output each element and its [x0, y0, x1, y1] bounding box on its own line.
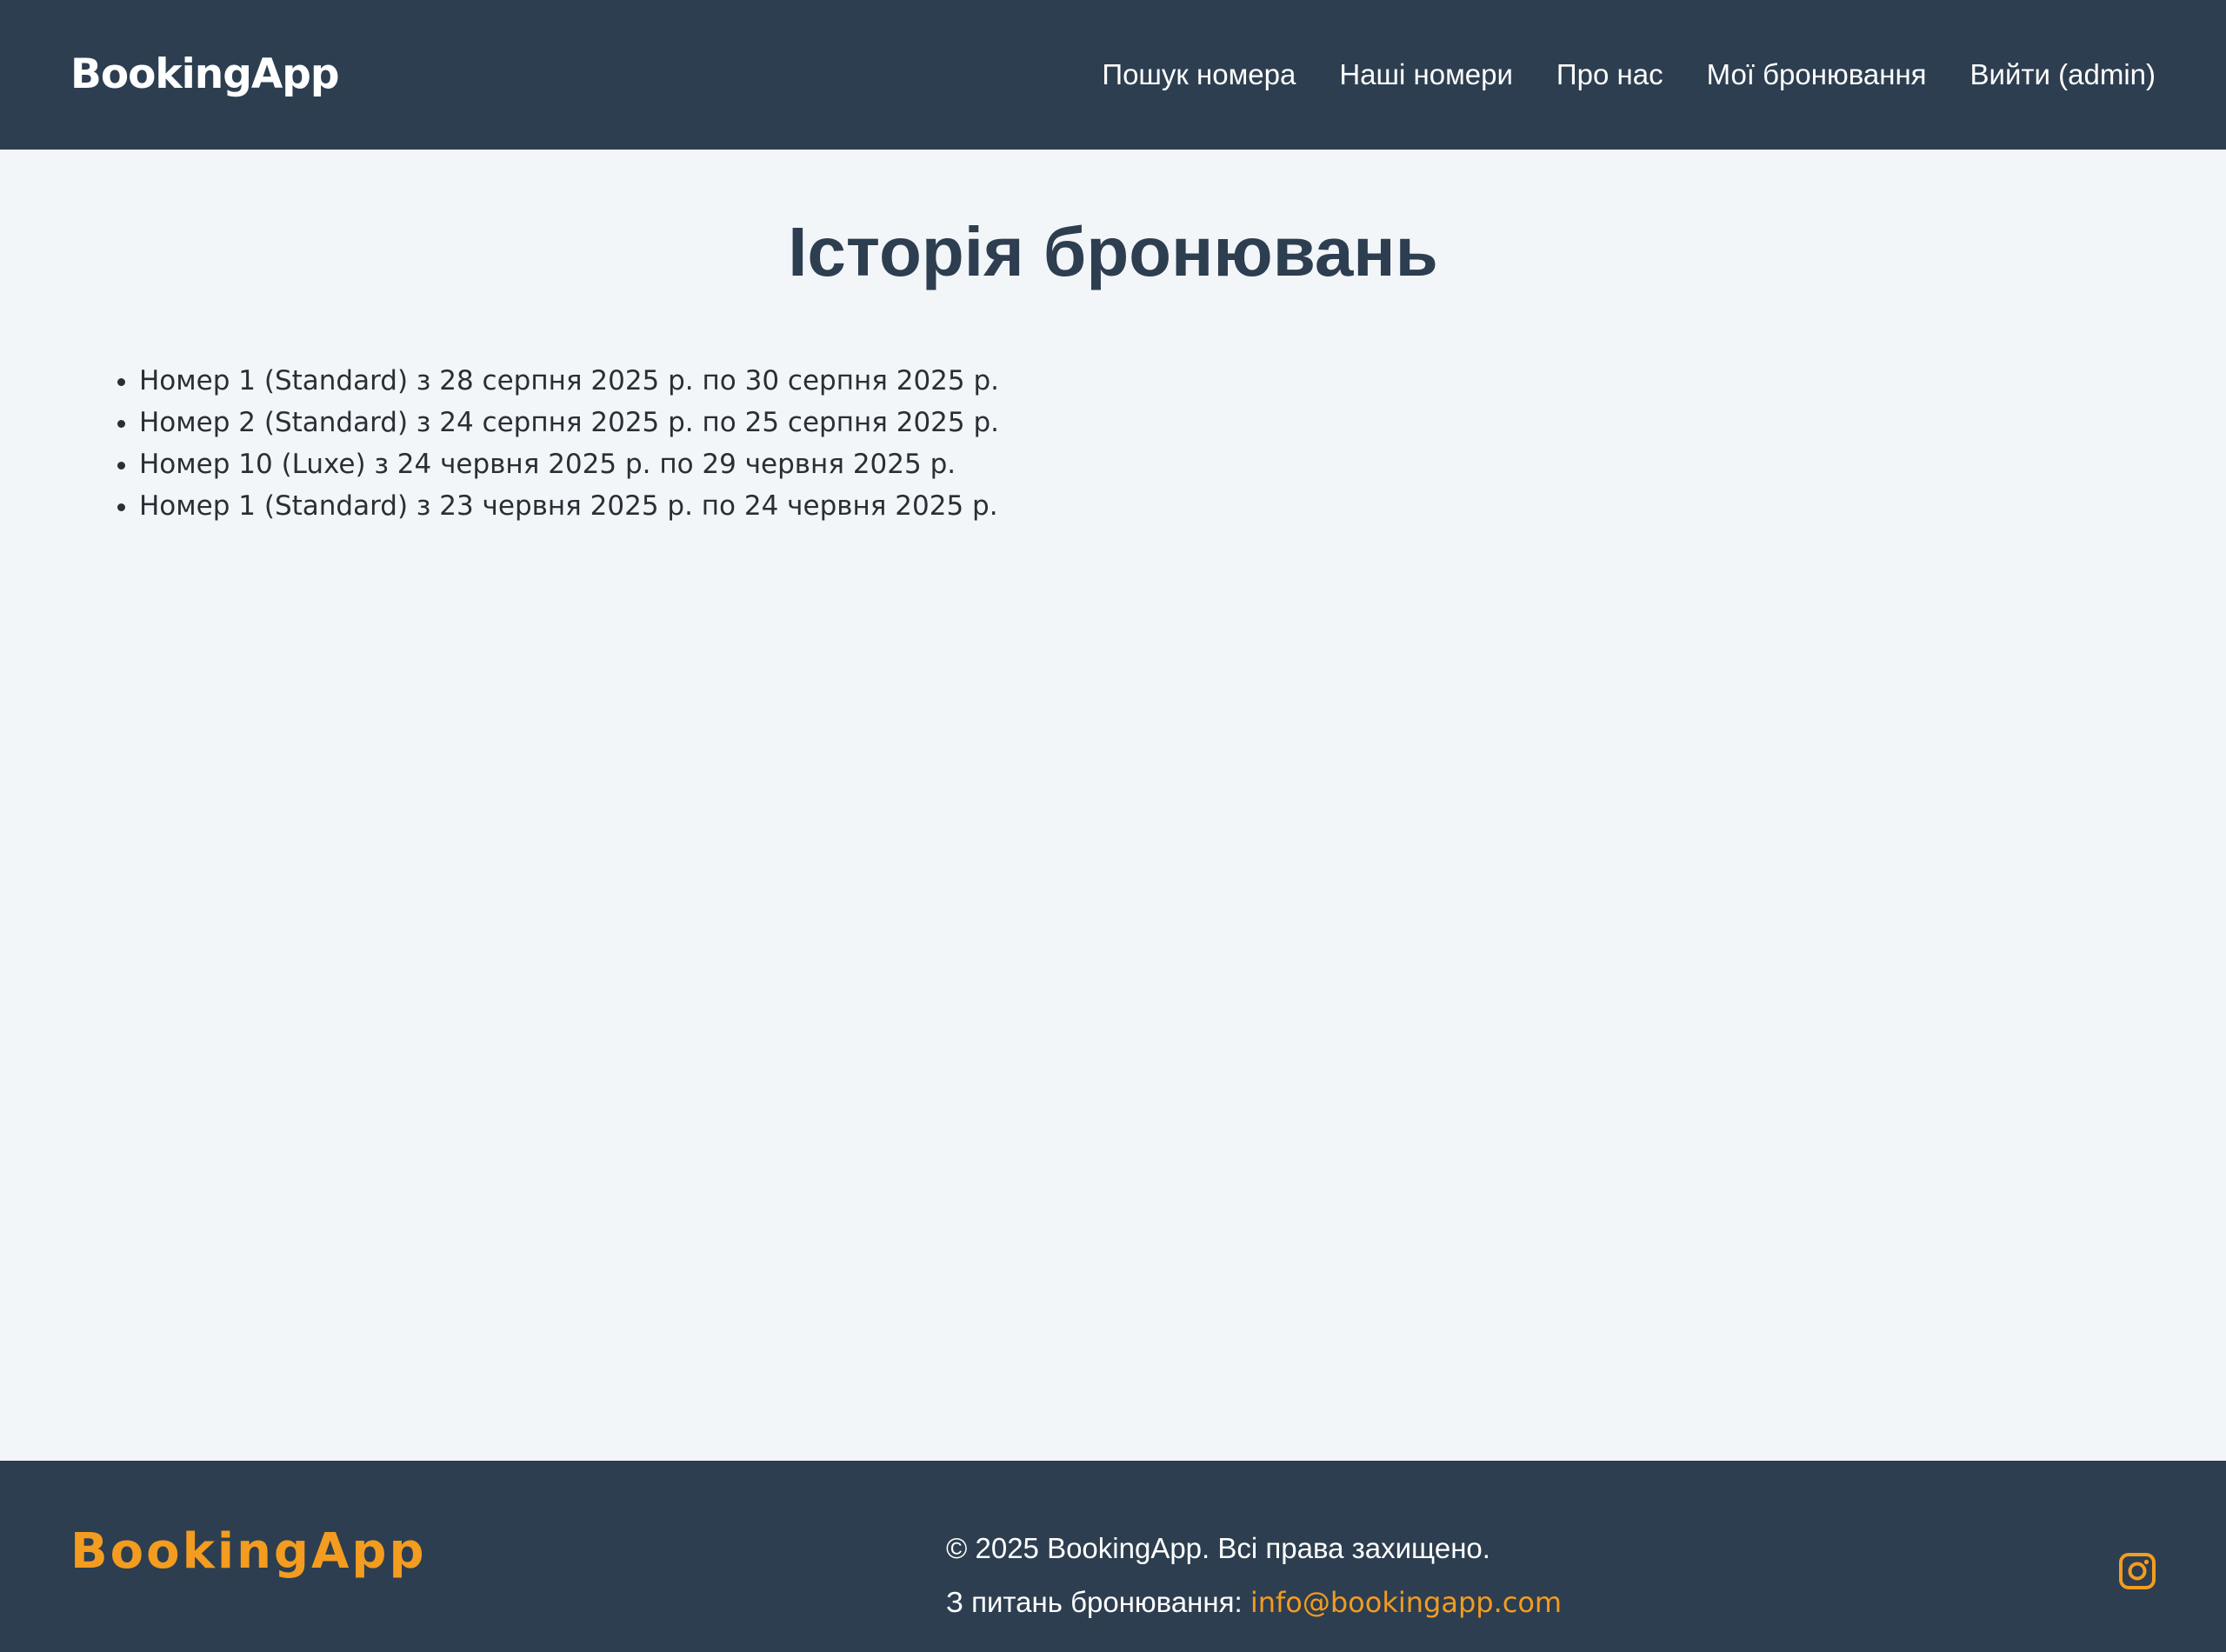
- main-content: Історія бронювань Номер 1 (Standard) з 2…: [0, 150, 2226, 1461]
- footer-info: © 2025 BookingApp. Всі права захищено. З…: [946, 1522, 1562, 1629]
- site-header: BookingApp Пошук номера Наші номери Про …: [0, 0, 2226, 150]
- nav-my-bookings[interactable]: Мої бронювання: [1707, 50, 1927, 99]
- list-item: Номер 10 (Luxe) з 24 червня 2025 р. по 2…: [139, 443, 999, 485]
- contact-email-link[interactable]: info@bookingapp.com: [1250, 1586, 1562, 1619]
- list-item: Номер 2 (Standard) з 24 серпня 2025 р. п…: [139, 402, 999, 443]
- main-nav: Пошук номера Наші номери Про нас Мої бро…: [1102, 50, 2156, 99]
- list-item: Номер 1 (Standard) з 23 червня 2025 р. п…: [139, 485, 999, 527]
- contact-line: З питань бронювання: info@bookingapp.com: [946, 1575, 1562, 1629]
- footer-brand: BookingApp: [70, 1523, 427, 1580]
- nav-search-room[interactable]: Пошук номера: [1102, 50, 1296, 99]
- nav-logout[interactable]: Вийти (admin): [1970, 50, 2156, 99]
- brand-logo[interactable]: BookingApp: [70, 49, 340, 101]
- nav-about[interactable]: Про нас: [1556, 50, 1663, 99]
- instagram-icon[interactable]: [2118, 1552, 2156, 1590]
- contact-label: З питань бронювання:: [946, 1586, 1243, 1618]
- booking-history-list: Номер 1 (Standard) з 28 серпня 2025 р. п…: [104, 360, 999, 527]
- nav-our-rooms[interactable]: Наші номери: [1339, 50, 1513, 99]
- instagram-icon-graphic: [2119, 1553, 2156, 1589]
- page-title: Історія бронювань: [788, 213, 1438, 290]
- list-item: Номер 1 (Standard) з 28 серпня 2025 р. п…: [139, 360, 999, 402]
- site-footer: BookingApp © 2025 BookingApp. Всі права …: [0, 1461, 2226, 1652]
- copyright-text: © 2025 BookingApp. Всі права захищено.: [946, 1532, 1490, 1564]
